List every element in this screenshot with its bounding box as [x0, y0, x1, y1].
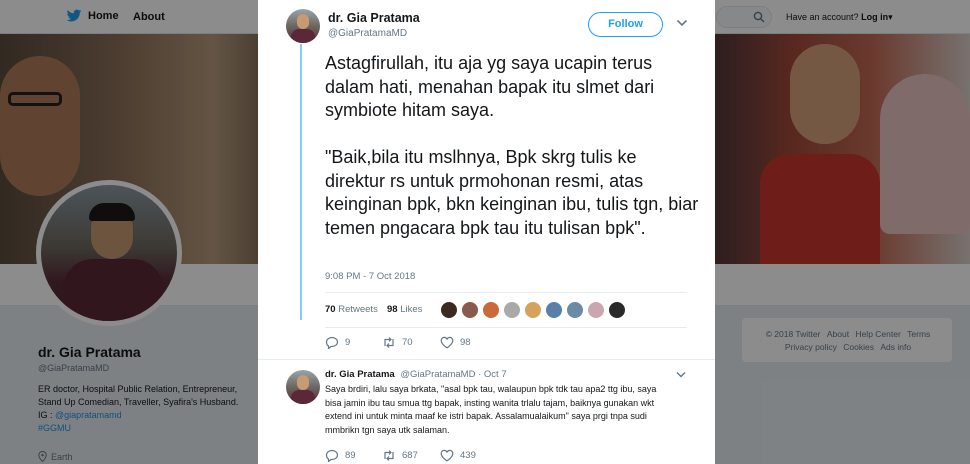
- like-stat-label: Likes: [400, 304, 423, 315]
- tweet-actions: 9 70 98: [325, 336, 687, 352]
- retweet-stat-label: Retweets: [338, 304, 378, 315]
- retweet-stat[interactable]: 70 Retweets: [325, 304, 378, 315]
- tweet-text: Astagfirullah, itu aja yg saya ucapin te…: [325, 52, 700, 240]
- retweet-button[interactable]: 687: [382, 449, 418, 462]
- reply-author-avatar[interactable]: [286, 370, 320, 404]
- like-action-count: 439: [460, 450, 476, 461]
- tweet-author-name[interactable]: dr. Gia Pratama: [328, 11, 420, 25]
- reply-count: 9: [345, 337, 351, 348]
- like-stat[interactable]: 98 Likes: [387, 304, 422, 315]
- liker-avatar[interactable]: [503, 301, 521, 319]
- liker-avatar[interactable]: [566, 301, 584, 319]
- tweet-paragraph: "Baik,bila itu mslhnya, Bpk skrg tulis k…: [325, 147, 699, 238]
- reply-author-handle[interactable]: @GiaPratamaMD: [400, 369, 475, 380]
- liker-avatar[interactable]: [524, 301, 542, 319]
- liker-avatar[interactable]: [608, 301, 626, 319]
- retweet-button[interactable]: 70: [382, 336, 413, 349]
- divider: [258, 359, 715, 360]
- liker-avatar[interactable]: [482, 301, 500, 319]
- like-button[interactable]: 439: [440, 449, 476, 462]
- tweet-modal: dr. Gia Pratama @GiaPratamaMD Follow Ast…: [258, 0, 715, 464]
- reply-actions: 89 687 439: [325, 449, 687, 463]
- heart-icon: [440, 336, 454, 349]
- retweet-icon: [384, 450, 394, 461]
- tweet-author-handle[interactable]: @GiaPratamaMD: [328, 28, 407, 39]
- like-button[interactable]: 98: [440, 336, 471, 349]
- liker-avatar[interactable]: [587, 301, 605, 319]
- liker-avatars: [440, 301, 626, 319]
- tweet-author-avatar[interactable]: [286, 9, 320, 43]
- thread-connector-line: [300, 44, 302, 320]
- liker-avatar[interactable]: [545, 301, 563, 319]
- tweet-stats: 70 Retweets 98 Likes: [325, 292, 687, 328]
- retweet-icon: [384, 337, 394, 348]
- follow-button[interactable]: Follow: [588, 12, 663, 37]
- reply-icon: [325, 449, 339, 462]
- reply-header: dr. Gia Pratama @GiaPratamaMD · Oct 7: [325, 369, 507, 380]
- liker-avatar[interactable]: [440, 301, 458, 319]
- reply-author-name[interactable]: dr. Gia Pratama: [325, 369, 395, 380]
- like-count: 98: [387, 304, 398, 315]
- retweet-count: 70: [325, 304, 336, 315]
- liker-avatar[interactable]: [461, 301, 479, 319]
- reply-count: 89: [345, 450, 356, 461]
- tweet-timestamp[interactable]: 9:08 PM - 7 Oct 2018: [325, 271, 415, 282]
- retweet-action-count: 70: [402, 337, 413, 348]
- reply-date[interactable]: · Oct 7: [478, 369, 507, 380]
- retweet-action-count: 687: [402, 450, 418, 461]
- tweet-paragraph: Astagfirullah, itu aja yg saya ucapin te…: [325, 53, 655, 120]
- chevron-down-icon[interactable]: [676, 371, 686, 379]
- heart-icon: [440, 449, 454, 462]
- reply-icon: [325, 336, 339, 349]
- like-action-count: 98: [460, 337, 471, 348]
- chevron-down-icon[interactable]: [676, 18, 688, 28]
- reply-text: Saya brdiri, lalu saya brkata, "asal bpk…: [325, 384, 657, 435]
- reply-button[interactable]: 89: [325, 449, 356, 462]
- reply-button[interactable]: 9: [325, 336, 350, 349]
